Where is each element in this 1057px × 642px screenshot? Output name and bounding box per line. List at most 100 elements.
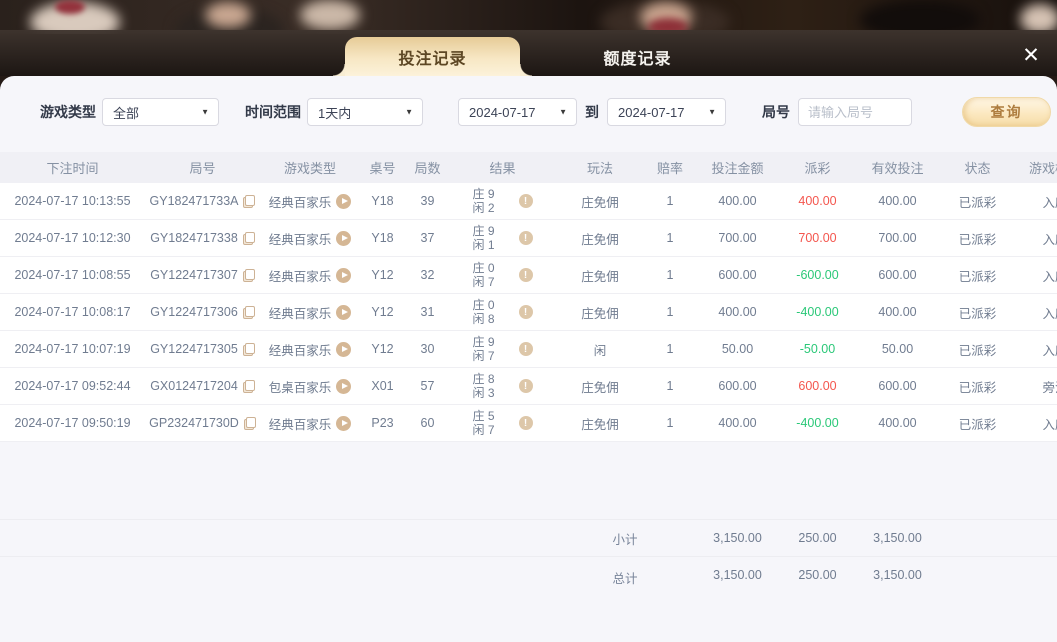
result-cell: 庄 0 闲 7 !	[450, 261, 555, 289]
video-person-shape	[205, 2, 251, 28]
table-number: P23	[360, 416, 405, 430]
play-icon[interactable]	[336, 305, 351, 320]
game-type-label: 游戏类型	[40, 102, 96, 122]
status-badge: 已派彩	[940, 192, 1015, 211]
round-id: GX0124717204	[150, 379, 238, 393]
banker-score: 庄 0	[472, 261, 494, 275]
result-cell: 庄 9 闲 2 !	[450, 187, 555, 215]
total-bet-amount: 3,150.00	[695, 568, 780, 582]
round-id-cell: GP232471730D	[145, 416, 260, 430]
player-score: 闲 7	[472, 349, 494, 363]
bet-amount: 50.00	[695, 342, 780, 356]
time-range-label: 时间范围	[245, 102, 301, 122]
game-mode: 入座	[1015, 229, 1057, 248]
bet-amount: 700.00	[695, 231, 780, 245]
round-number-input[interactable]	[798, 98, 912, 126]
play-type: 闲	[555, 340, 645, 359]
subtotal-label: 小计	[555, 529, 695, 548]
game-type: 经典百家乐	[269, 192, 332, 211]
copy-icon[interactable]	[243, 195, 255, 208]
table-row: 2024-07-17 10:13:55 GY182471733A 经典百家乐 Y…	[0, 183, 1057, 220]
copy-icon[interactable]	[243, 380, 255, 393]
date-from-select[interactable]: 2024-07-17 ▼	[458, 98, 577, 126]
game-type: 经典百家乐	[269, 340, 332, 359]
table-row: 2024-07-17 10:08:55 GY1224717307 经典百家乐 Y…	[0, 257, 1057, 294]
valid-bet: 600.00	[855, 379, 940, 393]
tab-quota-records[interactable]: 额度记录	[570, 37, 705, 76]
info-icon[interactable]: !	[519, 342, 533, 356]
game-type-cell: 经典百家乐	[260, 266, 360, 285]
table-body: 2024-07-17 10:13:55 GY182471733A 经典百家乐 Y…	[0, 183, 1057, 442]
copy-icon[interactable]	[244, 417, 256, 430]
play-icon[interactable]	[336, 231, 351, 246]
table-row: 2024-07-17 09:52:44 GX0124717204 包桌百家乐 X…	[0, 368, 1057, 405]
player-score: 闲 1	[472, 238, 494, 252]
table-row: 2024-07-17 10:08:17 GY1224717306 经典百家乐 Y…	[0, 294, 1057, 331]
round-id: GP232471730D	[149, 416, 239, 430]
records-tab-bar: 投注记录 额度记录 ✕	[0, 30, 1057, 76]
valid-bet: 400.00	[855, 194, 940, 208]
odds: 1	[645, 379, 695, 393]
round-count: 60	[405, 416, 450, 430]
table-number: Y18	[360, 194, 405, 208]
round-id: GY1824717338	[150, 231, 238, 245]
result-scores: 庄 5 闲 7	[472, 409, 494, 437]
banker-score: 庄 9	[472, 224, 494, 238]
result-cell: 庄 8 闲 3 !	[450, 372, 555, 400]
info-icon[interactable]: !	[519, 194, 533, 208]
play-icon[interactable]	[336, 342, 351, 357]
play-icon[interactable]	[336, 194, 351, 209]
odds: 1	[645, 231, 695, 245]
game-mode: 入座	[1015, 192, 1057, 211]
payout-value: -50.00	[780, 342, 855, 356]
game-mode: 入座	[1015, 303, 1057, 322]
game-type-cell: 包桌百家乐	[260, 377, 360, 396]
date-to-select[interactable]: 2024-07-17 ▼	[607, 98, 726, 126]
info-icon[interactable]: !	[519, 231, 533, 245]
round-count: 32	[405, 268, 450, 282]
game-mode: 入座	[1015, 340, 1057, 359]
bet-records-panel: 游戏类型 全部 ▼ 时间范围 1天内 ▼ 2024-07-17 ▼ 到 2024…	[0, 76, 1057, 642]
video-dark-shape	[860, 0, 980, 34]
result-cell: 庄 9 闲 7 !	[450, 335, 555, 363]
time-range-select[interactable]: 1天内 ▼	[307, 98, 423, 126]
banker-score: 庄 8	[472, 372, 494, 386]
bet-time: 2024-07-17 10:12:30	[0, 231, 145, 245]
info-icon[interactable]: !	[519, 379, 533, 393]
copy-icon[interactable]	[243, 232, 255, 245]
player-score: 闲 2	[472, 201, 494, 215]
column-header: 局数	[405, 158, 450, 177]
game-type: 经典百家乐	[269, 229, 332, 248]
copy-icon[interactable]	[243, 269, 255, 282]
round-id-cell: GX0124717204	[145, 379, 260, 393]
total-valid-bet: 3,150.00	[855, 568, 940, 582]
odds: 1	[645, 305, 695, 319]
column-header: 结果	[450, 158, 555, 177]
date-from-value: 2024-07-17	[469, 105, 536, 120]
play-icon[interactable]	[336, 268, 351, 283]
info-icon[interactable]: !	[519, 268, 533, 282]
status-badge: 已派彩	[940, 303, 1015, 322]
query-button[interactable]: 查询	[962, 97, 1051, 127]
round-count: 37	[405, 231, 450, 245]
play-icon[interactable]	[336, 379, 351, 394]
round-id-cell: GY1224717306	[145, 305, 260, 319]
column-header: 状态	[940, 158, 1015, 177]
info-icon[interactable]: !	[519, 416, 533, 430]
game-type-select[interactable]: 全部 ▼	[102, 98, 219, 126]
payout-value: 600.00	[780, 379, 855, 393]
tab-bet-records[interactable]: 投注记录	[345, 37, 520, 76]
date-to-label: 到	[585, 102, 599, 122]
total-payout: 250.00	[780, 568, 855, 582]
play-type: 庄免佣	[555, 229, 645, 248]
info-icon[interactable]: !	[519, 305, 533, 319]
chevron-down-icon: ▼	[405, 108, 413, 117]
subtotal-bet-amount: 3,150.00	[695, 531, 780, 545]
close-icon[interactable]: ✕	[1013, 39, 1049, 71]
odds: 1	[645, 194, 695, 208]
copy-icon[interactable]	[243, 306, 255, 319]
time-range-value: 1天内	[318, 103, 351, 122]
result-scores: 庄 0 闲 7	[472, 261, 494, 289]
copy-icon[interactable]	[243, 343, 255, 356]
play-icon[interactable]	[336, 416, 351, 431]
